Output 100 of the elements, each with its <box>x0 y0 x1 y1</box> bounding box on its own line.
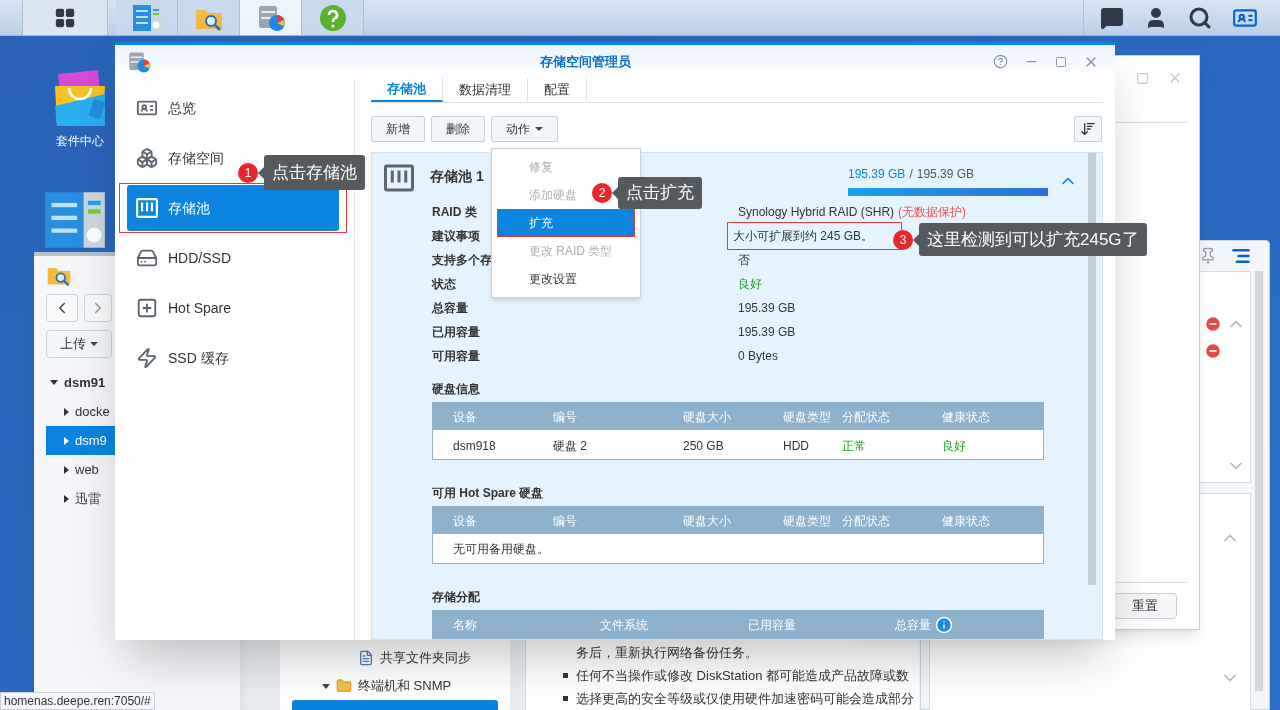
column-header: 编号 <box>553 512 577 530</box>
tree-item[interactable]: web <box>34 455 115 484</box>
document-icon <box>358 650 374 666</box>
toolbar-button[interactable]: 动作 <box>491 116 558 142</box>
control-panel-icon <box>131 2 162 33</box>
note-text: 选择更高的安全等级或仅使用硬件加速密码可能会造成部分 <box>576 689 914 708</box>
column-header: 设备 <box>453 408 477 426</box>
cubes-icon <box>136 147 158 169</box>
property-value: 0 Bytes <box>738 348 779 365</box>
reset-button[interactable]: 重置 <box>1113 593 1177 619</box>
warning-note: (无数据保护) <box>898 204 967 221</box>
list-menu-icon[interactable] <box>1231 246 1251 266</box>
forward-button[interactable] <box>84 294 112 322</box>
table-cell: 良好 <box>942 438 966 453</box>
info-icon[interactable] <box>935 615 953 634</box>
remove-icon[interactable] <box>1204 315 1222 333</box>
taskbar-app-button[interactable] <box>302 0 364 35</box>
taskbar-app-button[interactable] <box>178 0 240 35</box>
desktop-icon-label[interactable]: 套件中心 <box>56 132 104 150</box>
chat-icon[interactable] <box>1100 5 1124 30</box>
property-label: 支持多个存 <box>432 253 492 267</box>
table-cell: HDD <box>783 438 809 453</box>
folder-icon <box>336 678 352 694</box>
column-header: 编号 <box>553 408 577 426</box>
settings-nav-item[interactable]: 终端机和 SNMP <box>280 672 510 700</box>
table-cell: 250 GB <box>683 438 724 453</box>
tree-item[interactable]: dsm91 <box>34 368 115 397</box>
sidebar-item[interactable]: HDD/SSD <box>127 235 339 281</box>
property-label: 已用容量 <box>432 325 480 339</box>
table-cell: 硬盘 2 <box>553 438 587 453</box>
property-label: 状态 <box>432 277 456 291</box>
column-header: 硬盘大小 <box>683 512 731 530</box>
property-label: 总容量 <box>432 301 468 315</box>
property-value: 195.39 GB <box>738 324 796 341</box>
tab[interactable]: 配置 <box>528 78 587 102</box>
column-header: 健康状态 <box>942 408 990 426</box>
tab[interactable]: 存储池 <box>371 78 443 102</box>
separator: / <box>909 166 913 183</box>
remove-icon[interactable] <box>1204 342 1222 360</box>
property-value: 否 <box>738 252 750 269</box>
tree-item[interactable]: docke <box>34 397 115 426</box>
storage-chart-icon <box>127 49 151 74</box>
column-header: 健康状态 <box>942 512 990 530</box>
property-label: 建议事项 <box>432 229 480 243</box>
column-header: 文件系统 <box>600 616 648 634</box>
sidebar-item[interactable]: Hot Spare <box>127 285 339 331</box>
storage-pool-icon <box>136 197 158 219</box>
tab[interactable]: 数据清理 <box>443 78 528 102</box>
empty-message: 无可用备用硬盘。 <box>453 540 549 558</box>
maximize-icon[interactable] <box>1055 55 1067 68</box>
scrollbar[interactable] <box>1255 271 1263 691</box>
search-icon[interactable] <box>1188 5 1212 30</box>
maximize-icon[interactable] <box>1136 71 1149 85</box>
table-cell: 正常 <box>842 438 866 453</box>
column-header: 分配状态 <box>842 408 890 426</box>
tree-item[interactable]: dsm9 <box>46 426 115 455</box>
menu-icon <box>54 6 76 29</box>
section-title: 可用 Hot Spare 硬盘 <box>432 485 545 502</box>
sidebar-item[interactable]: 总览 <box>127 85 339 131</box>
taskbar-app-button[interactable] <box>116 0 178 35</box>
status-url: homenas.deepe.ren:7050/# <box>0 692 155 710</box>
storage-pool-icon <box>384 163 414 193</box>
upload-button[interactable]: 上传 <box>46 330 112 358</box>
property-label: RAID 类 <box>432 205 477 219</box>
bullet-icon <box>563 696 568 701</box>
hard-drive-icon <box>136 247 158 269</box>
help-icon <box>317 2 348 33</box>
note-text: 务后，重新执行网络备份任务。 <box>576 643 758 662</box>
sort-button[interactable] <box>1074 116 1102 142</box>
back-button[interactable] <box>46 294 78 322</box>
main-menu-button[interactable] <box>22 0 108 35</box>
column-header: 设备 <box>453 512 477 530</box>
column-header: 硬盘类型 <box>783 512 831 530</box>
sort-icon <box>1080 121 1096 137</box>
taskbar-app-button[interactable] <box>240 0 302 35</box>
step-tooltip: 2 点击扩充 <box>592 177 702 209</box>
table-cell: dsm918 <box>453 438 496 453</box>
column-header: 已用容量 <box>748 616 796 634</box>
settings-nav-item[interactable]: 共享文件夹同步 <box>280 644 510 672</box>
menu-item[interactable]: 更改设置 <box>497 265 635 293</box>
note-text: 任何不当操作或修改 DiskStation 都可能造成产品故障或数 <box>576 666 909 685</box>
tree-item[interactable]: 迅雷 <box>34 484 115 513</box>
step-tooltip: 1 点击存储池 <box>238 155 365 190</box>
menu-item[interactable]: 扩充 <box>497 209 635 237</box>
bullet-icon <box>563 673 568 678</box>
step-tooltip: 3 这里检测到可以扩充245G了 <box>893 223 1147 256</box>
pin-icon[interactable] <box>1199 247 1217 265</box>
sidebar-item[interactable]: 存储池 <box>127 185 339 231</box>
property-value: 195.39 GB <box>738 300 796 317</box>
total-size: 195.39 GB <box>916 166 975 183</box>
toolbar-button[interactable]: 新增 <box>371 116 425 142</box>
lightning-icon <box>136 347 158 369</box>
section-title: 硬盘信息 <box>432 381 481 398</box>
column-header: 硬盘大小 <box>683 408 731 426</box>
toolbar-button[interactable]: 删除 <box>431 116 485 142</box>
pool-name: 存储池 1 <box>430 167 484 186</box>
section-title: 存储分配 <box>432 589 481 606</box>
column-header: 分配状态 <box>842 512 890 530</box>
help-icon[interactable] <box>993 54 1008 69</box>
sidebar-item[interactable]: SSD 缓存 <box>127 335 339 381</box>
